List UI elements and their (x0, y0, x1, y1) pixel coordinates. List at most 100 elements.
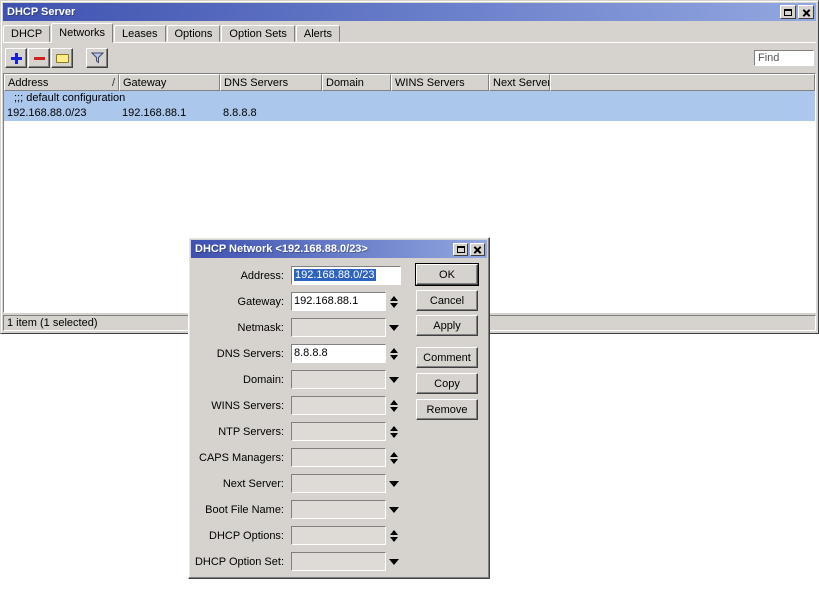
tab-label: Leases (122, 28, 158, 40)
column-header-dns-servers[interactable]: DNS Servers (220, 74, 322, 91)
tab-options[interactable]: Options (166, 25, 221, 42)
dhcp-option-set-dropdown[interactable] (387, 552, 400, 571)
field-label: WINS Servers: (211, 399, 284, 412)
remove-button[interactable] (28, 48, 50, 68)
comment-row[interactable]: ;;; default configuration (4, 91, 815, 106)
titlebar-controls (780, 5, 816, 19)
status-text: 1 item (1 selected) (7, 317, 98, 329)
domain-dropdown[interactable] (387, 370, 400, 389)
caps-managers-input[interactable] (291, 448, 386, 467)
netmask-input[interactable] (291, 318, 386, 337)
field-value: 192.168.88.1 (294, 295, 359, 307)
column-header-address[interactable]: Address / (4, 74, 119, 91)
main-titlebar[interactable]: DHCP Server (3, 3, 816, 21)
cell-domain (322, 106, 391, 121)
close-button[interactable] (798, 5, 814, 19)
restore-button[interactable] (780, 5, 796, 19)
network-row[interactable]: 192.168.88.0/23 192.168.88.1 8.8.8.8 (4, 106, 815, 121)
find-input[interactable] (754, 50, 814, 66)
column-header-next-server[interactable]: Next Server (489, 74, 550, 91)
field-label: DHCP Option Set: (194, 555, 284, 568)
cell-address: 192.168.88.0/23 (7, 107, 87, 119)
dialog-restore-button[interactable] (453, 242, 468, 256)
dns-servers-input[interactable]: 8.8.8.8 (291, 344, 386, 363)
tab-label: Networks (59, 27, 106, 39)
minus-icon (33, 56, 45, 60)
ntp-servers-stepper[interactable] (387, 422, 400, 441)
filter-button[interactable] (86, 48, 108, 68)
tab-option-sets[interactable]: Option Sets (221, 25, 295, 42)
field-label: Next Server: (222, 477, 284, 490)
wins-servers-stepper[interactable] (387, 396, 400, 415)
close-icon (802, 8, 811, 17)
dialog-titlebar[interactable]: DHCP Network <192.168.88.0/23> (191, 240, 487, 258)
field-row-caps-managers: CAPS Managers: (191, 447, 487, 468)
column-label: WINS Servers (395, 76, 465, 89)
field-label: DHCP Options: (209, 529, 284, 542)
ntp-servers-input[interactable] (291, 422, 386, 441)
copy-button[interactable]: Copy (416, 373, 478, 394)
dhcp-options-stepper[interactable] (387, 526, 400, 545)
cell-gateway: 192.168.88.1 (122, 107, 187, 119)
field-row-ntp-servers: NTP Servers: (191, 421, 487, 442)
column-header-filler (550, 74, 815, 91)
boot-file-name-input[interactable] (291, 500, 386, 519)
down-arrow-icon (389, 354, 398, 360)
dialog-title: DHCP Network <192.168.88.0/23> (195, 243, 368, 255)
down-arrow-icon (389, 432, 398, 438)
address-input[interactable]: 192.168.88.0/23 (291, 266, 401, 285)
tab-dhcp[interactable]: DHCP (3, 25, 51, 42)
funnel-icon (90, 52, 104, 64)
tab-networks[interactable]: Networks (51, 23, 114, 43)
dhcp-option-set-input[interactable] (291, 552, 386, 571)
up-arrow-icon (389, 529, 398, 535)
netmask-dropdown[interactable] (387, 318, 400, 337)
wins-servers-input[interactable] (291, 396, 386, 415)
cell-dns-servers: 8.8.8.8 (223, 107, 257, 119)
tab-label: Options (174, 28, 213, 40)
caps-managers-stepper[interactable] (387, 448, 400, 467)
gateway-stepper[interactable] (387, 292, 400, 311)
column-label: DNS Servers (224, 76, 289, 89)
add-button[interactable] (5, 48, 27, 68)
cancel-button[interactable]: Cancel (416, 290, 478, 311)
tab-label: DHCP (11, 28, 43, 40)
ok-button[interactable]: OK (416, 264, 478, 285)
next-server-input[interactable] (291, 474, 386, 493)
dhcp-options-input[interactable] (291, 526, 386, 545)
dns-servers-stepper[interactable] (387, 344, 400, 363)
tab-alerts[interactable]: Alerts (295, 25, 341, 42)
window-title: DHCP Server (7, 6, 76, 18)
field-label: Gateway: (237, 295, 284, 308)
gateway-input[interactable]: 192.168.88.1 (291, 292, 386, 311)
cell-next-server (489, 106, 550, 121)
dropdown-arrow-icon (388, 558, 399, 565)
domain-input[interactable] (291, 370, 386, 389)
field-value: 192.168.88.0/23 (294, 269, 376, 281)
column-header-wins-servers[interactable]: WINS Servers (391, 74, 489, 91)
column-label: Domain (326, 76, 364, 89)
restore-icon (784, 8, 792, 16)
boot-file-name-dropdown[interactable] (387, 500, 400, 519)
dropdown-arrow-icon (388, 376, 399, 383)
dropdown-arrow-icon (388, 506, 399, 513)
apply-button[interactable]: Apply (416, 315, 478, 336)
column-header-gateway[interactable]: Gateway (119, 74, 220, 91)
dropdown-arrow-icon (388, 480, 399, 487)
field-label: DNS Servers: (216, 347, 284, 360)
field-label: CAPS Managers: (199, 451, 284, 464)
next-server-dropdown[interactable] (387, 474, 400, 493)
column-label: Next Server (493, 76, 550, 89)
comment-button[interactable] (51, 48, 73, 68)
field-row-dhcp-option-set: DHCP Option Set: (191, 551, 487, 572)
remove-button[interactable]: Remove (416, 399, 478, 420)
column-header-domain[interactable]: Domain (322, 74, 391, 91)
down-arrow-icon (389, 458, 398, 464)
up-arrow-icon (389, 425, 398, 431)
down-arrow-icon (389, 406, 398, 412)
table-body: ;;; default configuration 192.168.88.0/2… (4, 91, 815, 121)
field-label: Address: (240, 269, 284, 282)
tab-leases[interactable]: Leases (114, 25, 166, 42)
comment-button[interactable]: Comment (416, 347, 478, 368)
dialog-close-button[interactable] (470, 242, 485, 256)
